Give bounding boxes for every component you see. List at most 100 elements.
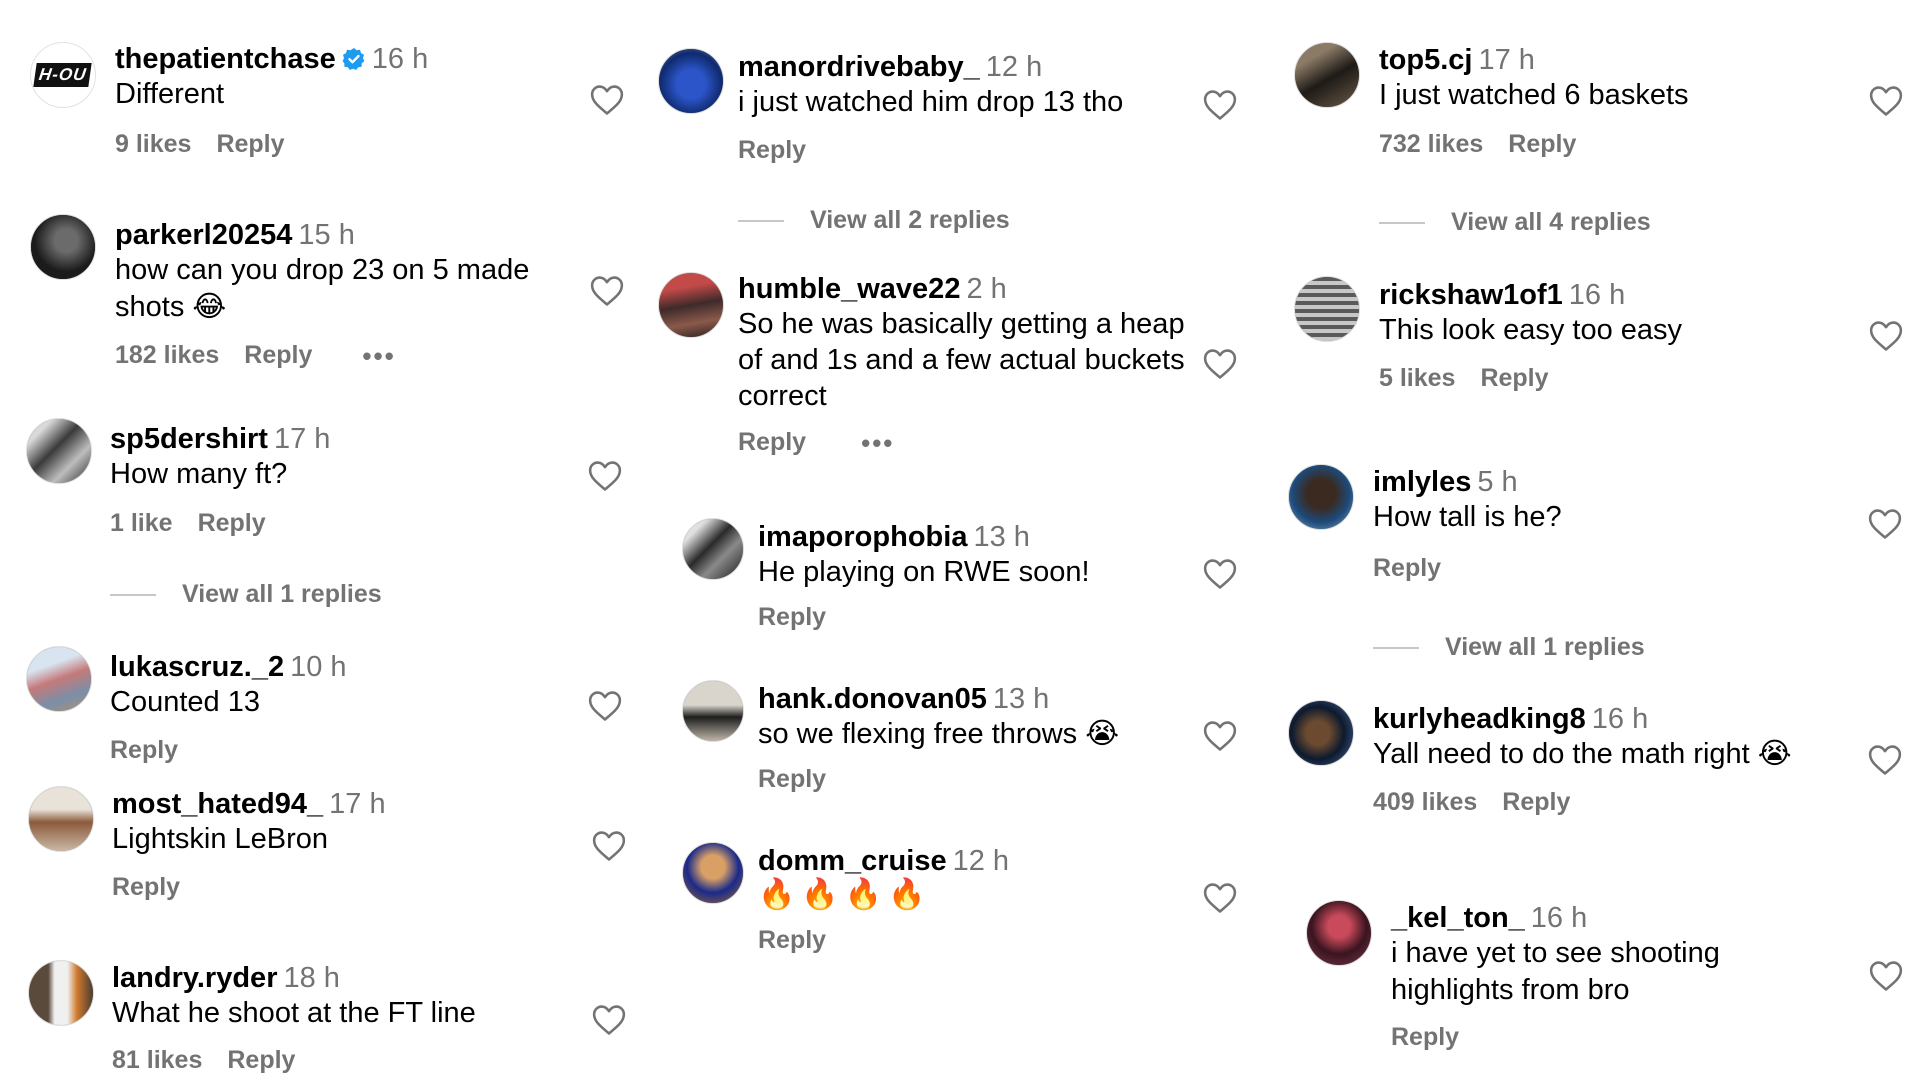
likes-count[interactable]: 5 likes (1379, 364, 1455, 393)
view-all-replies-label[interactable]: View all 4 replies (1451, 208, 1651, 237)
more-options-icon[interactable]: ••• (861, 430, 894, 456)
likes-count[interactable]: 1 like (110, 509, 173, 538)
timestamp: 16 h (1591, 703, 1649, 735)
like-heart-icon[interactable] (592, 1004, 626, 1036)
avatar[interactable] (1294, 42, 1360, 108)
reply-button[interactable]: Reply (244, 341, 312, 370)
username[interactable]: sp5dershirt (110, 423, 268, 455)
divider-line (110, 593, 156, 596)
avatar[interactable] (30, 214, 96, 280)
timestamp: 12 h (985, 51, 1043, 83)
reply-button[interactable]: Reply (738, 428, 806, 457)
username[interactable]: _kel_ton_ (1391, 902, 1525, 934)
reply-button[interactable]: Reply (1502, 788, 1570, 817)
username[interactable]: kurlyheadking8 (1373, 703, 1586, 735)
avatar[interactable] (26, 646, 92, 712)
avatar[interactable] (26, 418, 92, 484)
reply-button[interactable]: Reply (110, 736, 178, 765)
view-all-replies-button[interactable]: View all 1 replies (1373, 633, 1645, 662)
avatar-image (27, 419, 91, 483)
reply-button[interactable]: Reply (227, 1046, 295, 1075)
username[interactable]: imaporophobia (758, 521, 967, 553)
like-heart-icon[interactable] (1203, 348, 1237, 380)
username[interactable]: thepatientchase (115, 43, 336, 75)
like-heart-icon[interactable] (590, 275, 624, 307)
like-heart-icon[interactable] (1203, 882, 1237, 914)
username[interactable]: most_hated94_ (112, 788, 323, 820)
likes-count[interactable]: 182 likes (115, 341, 219, 370)
like-heart-icon[interactable] (1869, 960, 1903, 992)
timestamp: 10 h (290, 651, 347, 683)
like-heart-icon[interactable] (592, 830, 626, 862)
username[interactable]: imlyles (1373, 466, 1471, 498)
like-heart-icon[interactable] (588, 690, 622, 722)
reply-button[interactable]: Reply (738, 136, 806, 165)
reply-button[interactable]: Reply (1373, 554, 1441, 583)
avatar[interactable] (1306, 900, 1372, 966)
avatar-image (683, 681, 743, 741)
like-heart-icon[interactable] (1868, 508, 1902, 540)
like-heart-icon[interactable] (1868, 744, 1902, 776)
username[interactable]: landry.ryder (112, 962, 277, 994)
avatar[interactable] (682, 518, 744, 580)
like-heart-icon[interactable] (590, 84, 624, 116)
avatar-image (1289, 701, 1353, 765)
reply-button[interactable]: Reply (758, 765, 826, 794)
avatar[interactable]: H-OU (30, 42, 96, 108)
avatar-image (31, 215, 95, 279)
reply-button[interactable]: Reply (112, 873, 180, 902)
view-all-replies-label[interactable]: View all 2 replies (810, 206, 1010, 235)
comment-text: Counted 13 (110, 686, 260, 718)
username[interactable]: manordrivebaby_ (738, 51, 980, 83)
avatar[interactable] (682, 680, 744, 742)
like-heart-icon[interactable] (1203, 558, 1237, 590)
like-heart-icon[interactable] (1869, 320, 1903, 352)
username[interactable]: domm_cruise (758, 845, 947, 877)
username[interactable]: rickshaw1of1 (1379, 279, 1563, 311)
reply-button[interactable]: Reply (198, 509, 266, 538)
avatar[interactable] (658, 48, 724, 114)
username[interactable]: parkerl20254 (115, 219, 292, 251)
verified-badge-icon (342, 48, 365, 70)
avatar[interactable] (28, 786, 94, 852)
likes-count[interactable]: 9 likes (115, 130, 191, 159)
timestamp: 17 h (329, 788, 386, 820)
likes-count[interactable]: 409 likes (1373, 788, 1477, 817)
avatar-image (683, 843, 743, 903)
avatar-image (659, 273, 723, 337)
timestamp: 17 h (1478, 44, 1535, 76)
reply-button[interactable]: Reply (758, 926, 826, 955)
username[interactable]: lukascruz._2 (110, 651, 284, 683)
more-options-icon[interactable]: ••• (362, 343, 395, 369)
avatar-image (659, 49, 723, 113)
reply-button[interactable]: Reply (1391, 1023, 1459, 1052)
likes-count[interactable]: 81 likes (112, 1046, 202, 1075)
timestamp: 13 h (973, 521, 1030, 553)
avatar[interactable] (682, 842, 744, 904)
avatar[interactable] (28, 960, 94, 1026)
view-all-replies-button[interactable]: View all 4 replies (1379, 208, 1651, 237)
avatar[interactable] (1294, 276, 1360, 342)
comment-text: how can you drop 23 on 5 made shots 😂 (115, 254, 530, 323)
reply-button[interactable]: Reply (216, 130, 284, 159)
avatar[interactable] (1288, 700, 1354, 766)
avatar[interactable] (1288, 464, 1354, 530)
reply-button[interactable]: Reply (1508, 130, 1576, 159)
view-all-replies-button[interactable]: View all 1 replies (110, 580, 382, 609)
username[interactable]: top5.cj (1379, 44, 1472, 76)
reply-button[interactable]: Reply (758, 603, 826, 632)
reply-button[interactable]: Reply (1480, 364, 1548, 393)
avatar[interactable] (658, 272, 724, 338)
username[interactable]: hank.donovan05 (758, 683, 987, 715)
like-heart-icon[interactable] (1203, 720, 1237, 752)
view-all-replies-label[interactable]: View all 1 replies (1445, 633, 1645, 662)
comment-text: Lightskin LeBron (112, 823, 329, 855)
like-heart-icon[interactable] (588, 460, 622, 492)
avatar-image (29, 787, 93, 851)
likes-count[interactable]: 732 likes (1379, 130, 1483, 159)
like-heart-icon[interactable] (1203, 89, 1237, 121)
like-heart-icon[interactable] (1869, 85, 1903, 117)
view-all-replies-button[interactable]: View all 2 replies (738, 206, 1010, 235)
view-all-replies-label[interactable]: View all 1 replies (182, 580, 382, 609)
username[interactable]: humble_wave22 (738, 273, 960, 305)
